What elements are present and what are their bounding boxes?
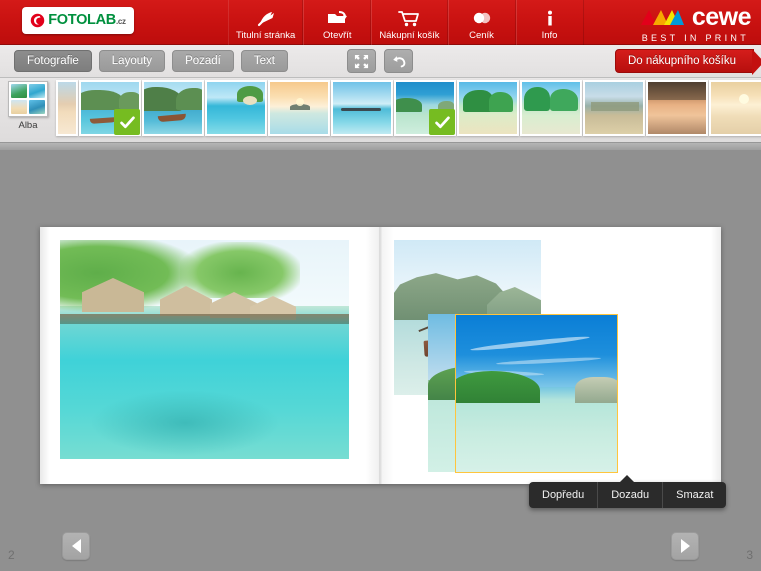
thumbnail-image xyxy=(522,82,580,134)
albums-thumbnail-grid xyxy=(8,81,48,117)
add-to-cart-label: Do nákupního košíku xyxy=(627,55,736,67)
thumbnail-image xyxy=(711,82,761,134)
thumbnail-image xyxy=(648,82,706,134)
thumbnail-longtail-boat-bay[interactable] xyxy=(142,80,204,136)
thumbnail-image xyxy=(585,82,643,134)
tab-pozadi[interactable]: Pozadí xyxy=(172,50,234,72)
fotolab-logo-text: FOTOLAB.cz xyxy=(48,12,126,29)
cewe-wordmark: cewe xyxy=(691,3,752,31)
photo-reef-shadow xyxy=(90,390,280,456)
cewe-triangles-icon xyxy=(640,9,684,25)
cewe-logo[interactable]: cewe BEST IN PRINT xyxy=(639,3,752,43)
photo-selected-water xyxy=(456,403,617,472)
thumbnail-palm-sunset-rocks[interactable] xyxy=(646,80,708,136)
open-folder-icon xyxy=(326,8,348,28)
nav-label-shopping-cart: Nákupní košík xyxy=(379,30,440,41)
book-spine xyxy=(380,227,382,484)
albums-tile-2 xyxy=(28,84,45,99)
tab-fotografie[interactable]: Fotografie xyxy=(14,50,92,72)
thumbnail-sunset-beach-reflection[interactable] xyxy=(709,80,761,136)
right-page-number: 3 xyxy=(746,548,753,562)
nav-item-info[interactable]: Info xyxy=(515,0,584,45)
photo-context-menu: Dopředu Dozadu Smazat xyxy=(529,475,727,508)
thumbnail-image xyxy=(333,82,391,134)
albums-tile-1 xyxy=(11,84,28,99)
thumbnail-palm-island-lagoon[interactable] xyxy=(205,80,267,136)
nav-label-info: Info xyxy=(541,30,558,41)
thumbnail-image xyxy=(270,82,328,134)
thumbnail-palms-beach[interactable] xyxy=(457,80,519,136)
albums-tile-4 xyxy=(28,99,45,114)
photo-used-check xyxy=(429,109,455,135)
thumbnail-palm-shore[interactable] xyxy=(520,80,582,136)
photo-strip: Alba xyxy=(0,78,761,142)
thumbnail-longtail-boat-cliffs[interactable] xyxy=(79,80,141,136)
photo-thumbnail-list xyxy=(56,78,761,136)
left-page-number: 2 xyxy=(8,548,15,562)
photo-selected-limestone-rock xyxy=(575,377,617,405)
photo-palm-foliage-right xyxy=(180,242,300,298)
app-header: FOTOLAB.cz Titulní stránka Otevřít Nákup… xyxy=(0,0,761,45)
thumbnail-sunset-island[interactable] xyxy=(268,80,330,136)
nav-item-price-list[interactable]: Ceník xyxy=(447,0,516,45)
nav-label-price-list: Ceník xyxy=(469,30,494,41)
previous-page-button[interactable] xyxy=(62,532,90,560)
albums-button[interactable]: Alba xyxy=(0,78,56,140)
title-page-icon xyxy=(256,8,276,28)
editor-workspace: Dopředu Dozadu Smazat 2 3 xyxy=(0,150,761,571)
fotolab-photobook-editor: FOTOLAB.cz Titulní stránka Otevřít Nákup… xyxy=(0,0,761,571)
undo-icon xyxy=(392,55,405,67)
fotolab-logo[interactable]: FOTOLAB.cz xyxy=(22,7,134,34)
price-list-icon xyxy=(471,8,493,28)
undo-button[interactable] xyxy=(384,49,413,73)
thumbnail-sunset-sea[interactable] xyxy=(56,80,78,136)
nav-item-shopping-cart[interactable]: Nákupní košík xyxy=(371,0,448,45)
thumbnail-boats-turquoise[interactable] xyxy=(331,80,393,136)
albums-tile-3 xyxy=(11,99,28,114)
check-icon xyxy=(434,115,450,128)
check-icon xyxy=(119,115,135,128)
editor-toolbar: Fotografie Layouty Pozadí Text Do nákupn… xyxy=(0,45,761,78)
info-icon xyxy=(543,8,557,28)
photo-selected-tropical-bay[interactable] xyxy=(455,314,618,473)
thumbnail-image xyxy=(58,82,76,134)
left-page[interactable] xyxy=(40,227,380,484)
right-page[interactable] xyxy=(380,227,721,484)
chevron-left-icon xyxy=(71,539,81,553)
thumbnail-image xyxy=(459,82,517,134)
fullscreen-button[interactable] xyxy=(347,49,376,73)
shopping-cart-icon xyxy=(398,8,420,28)
context-menu-bring-forward[interactable]: Dopředu xyxy=(529,482,599,508)
fotolab-logo-suffix: .cz xyxy=(115,17,126,27)
context-menu-pointer xyxy=(619,475,635,483)
context-menu-send-backward[interactable]: Dozadu xyxy=(598,482,664,508)
fullscreen-icon xyxy=(354,54,369,68)
thumbnail-green-lagoon[interactable] xyxy=(394,80,456,136)
albums-label: Alba xyxy=(18,120,38,131)
nav-label-title-page: Titulní stránka xyxy=(236,30,296,41)
fotolab-mark-icon xyxy=(31,13,45,28)
add-to-cart-button[interactable]: Do nákupního košíku xyxy=(614,49,761,75)
photo-overwater-bungalows[interactable] xyxy=(60,240,349,459)
book-spread xyxy=(40,227,721,484)
tab-layouty[interactable]: Layouty xyxy=(98,50,166,72)
nav-item-open[interactable]: Otevřít xyxy=(303,0,372,45)
thumbnail-image xyxy=(144,82,202,134)
thumbnail-image xyxy=(207,82,265,134)
nav-item-title-page[interactable]: Titulní stránka xyxy=(228,0,304,45)
toolbar-icon-buttons xyxy=(347,49,413,73)
toolbar-tabs: Fotografie Layouty Pozadí Text xyxy=(14,50,288,72)
photo-selected-green-island xyxy=(456,371,540,407)
cewe-tagline: BEST IN PRINT xyxy=(641,33,749,43)
photo-strip-scrollbar[interactable] xyxy=(0,142,761,150)
header-nav: Titulní stránka Otevřít Nákupní košík Ce… xyxy=(228,0,584,45)
next-page-button[interactable] xyxy=(671,532,699,560)
photo-used-check xyxy=(114,109,140,135)
photo-shoreline xyxy=(60,314,349,324)
thumbnail-coast-town[interactable] xyxy=(583,80,645,136)
nav-label-open: Otevřít xyxy=(323,30,352,41)
tab-text[interactable]: Text xyxy=(240,50,288,72)
context-menu-delete[interactable]: Smazat xyxy=(663,482,726,508)
chevron-right-icon xyxy=(680,539,690,553)
